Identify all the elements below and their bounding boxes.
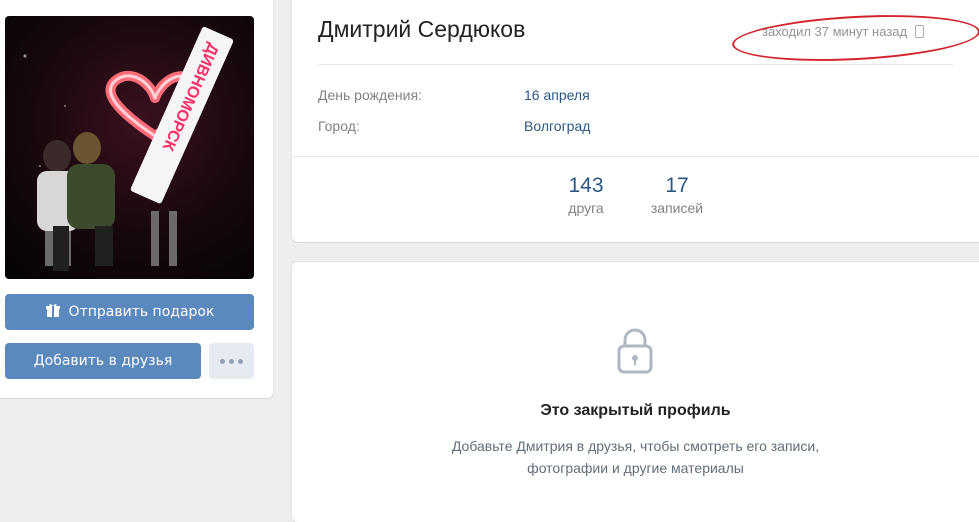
friends-counter[interactable]: 143 друга [556, 174, 616, 216]
closed-profile-card: Это закрытый профиль Добавьте Дмитрия в … [292, 262, 979, 522]
highlight-ellipse [731, 9, 979, 67]
more-actions-button[interactable] [209, 343, 254, 379]
send-gift-button[interactable]: Отправить подарок [5, 294, 254, 330]
posts-counter[interactable]: 17 записей [637, 174, 717, 216]
birthday-value[interactable]: 16 апреля [524, 87, 590, 103]
profile-info-card: Дмитрий Сердюков заходил 37 минут назад … [292, 0, 979, 242]
photo-illustration: ДИВНОМОРСК [23, 26, 234, 271]
lock-icon [617, 328, 653, 374]
posts-caption: записей [650, 200, 704, 216]
divider [292, 156, 979, 157]
closed-profile-line: Добавьте Дмитрия в друзья, чтобы смотрет… [451, 438, 820, 454]
posts-count: 17 [665, 174, 689, 197]
closed-profile-line: фотографии и другие материалы [527, 460, 744, 476]
city-value[interactable]: Волгоград [524, 118, 590, 134]
friends-count: 143 [568, 174, 604, 197]
city-label: Город: [318, 118, 360, 134]
closed-profile-title: Это закрытый профиль [540, 402, 731, 419]
profile-photo[interactable]: ДИВНОМОРСК [5, 16, 254, 279]
divider [318, 64, 953, 65]
send-gift-label: Отправить подарок [68, 304, 215, 320]
ellipsis-icon [220, 358, 225, 364]
birthday-label: День рождения: [318, 87, 422, 103]
gift-icon [45, 302, 61, 322]
add-friend-label: Добавить в друзья [33, 353, 173, 369]
profile-name: Дмитрий Сердюков [318, 16, 526, 42]
friends-caption: друга [568, 200, 604, 216]
add-friend-button[interactable]: Добавить в друзья [5, 343, 201, 379]
profile-sidebar-card: ДИВНОМОРСК Отправить подарок Добавить в … [0, 0, 273, 398]
closed-profile-text: Добавьте Дмитрия в друзья, чтобы смотрет… [292, 435, 979, 479]
